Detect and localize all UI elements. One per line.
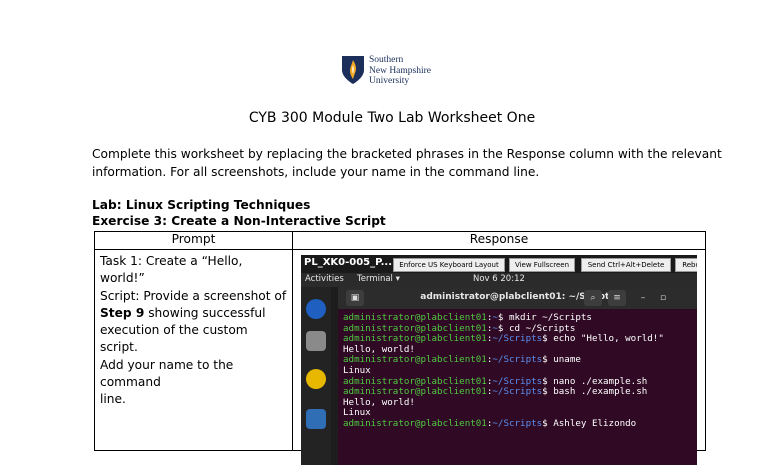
terminal-output-line: Hello, world! (343, 396, 415, 408)
prompt-cell: Task 1: Create a “Hello, world!” Script:… (94, 249, 293, 451)
step-reference: Step 9 (100, 305, 145, 320)
gnome-top-bar: Activities Terminal ▾ Nov 6 20:12 (301, 273, 697, 287)
snhu-shield-icon (342, 56, 364, 84)
terminal-window: ▣ administrator@plabclient01: ~/Scripts … (338, 287, 697, 465)
table-row: Task 1: Create a “Hello, world!” Script:… (94, 249, 706, 465)
page-title: CYB 300 Module Two Lab Worksheet One (248, 110, 536, 126)
prompt-user: administrator@plabclient01 (343, 354, 487, 366)
lab-heading: Lab: Linux Scripting Techniques (92, 198, 311, 212)
prompt-line: Script: Provide a screenshot of (100, 288, 287, 303)
header-prompt: Prompt (94, 231, 293, 250)
worksheet-table: Prompt Response Task 1: Create a “Hello,… (94, 231, 706, 465)
prompt-user: administrator@plabclient01 (343, 417, 487, 429)
clock[interactable]: Nov 6 20:12 (473, 274, 525, 284)
prompt-path: ~/Scripts (492, 375, 543, 387)
send-ctrl-alt-delete-button[interactable]: Send Ctrl+Alt+Delete (581, 258, 671, 272)
terminal-header: ▣ administrator@plabclient01: ~/Scripts … (338, 287, 697, 309)
vm-name: PL_XK0-005_P... (304, 257, 393, 268)
prompt-user: administrator@plabclient01 (343, 333, 487, 345)
prompt-line: Add your name to the command (100, 357, 234, 390)
files-icon[interactable] (306, 331, 326, 351)
prompt-line: line. (100, 392, 126, 407)
rhythmbox-icon[interactable] (306, 369, 326, 389)
thunderbird-icon[interactable] (306, 299, 326, 319)
view-fullscreen-button[interactable]: View Fullscreen (509, 258, 575, 272)
prompt-line: Task 1: Create a “Hello, world!” (100, 254, 243, 286)
prompt-path: ~/Scripts (492, 354, 543, 366)
command: $ cd ~/Scripts (497, 322, 576, 334)
exercise-heading: Exercise 3: Create a Non-Interactive Scr… (92, 214, 386, 228)
terminal-line: administrator@plabclient01:~/Scripts$ As… (343, 417, 637, 429)
dock (301, 287, 331, 465)
command: $ nano ./example.sh (542, 375, 648, 387)
enforce-keyboard-button[interactable]: Enforce US Keyboard Layout (393, 258, 505, 272)
terminal-menu[interactable]: Terminal ▾ (357, 274, 400, 284)
command: $ Ashley Elizondo (542, 417, 637, 429)
vm-toolbar: PL_XK0-005_P... Enforce US Keyboard Layo… (301, 255, 697, 273)
minimize-icon[interactable]: – (634, 290, 652, 306)
prompt-path: ~/Scripts (492, 417, 543, 429)
terminal-output: administrator@plabclient01:~$ mkdir ~/Sc… (343, 312, 664, 430)
prompt-text: Task 1: Create a “Hello, world!” Script:… (95, 250, 292, 412)
table-header-row: Prompt Response (94, 231, 706, 250)
menu-icon[interactable]: ≡ (608, 290, 626, 306)
intro-paragraph: Complete this worksheet by replacing the… (92, 147, 722, 179)
prompt-user: administrator@plabclient01 (343, 312, 487, 323)
prompt-path: ~/Scripts (492, 333, 543, 345)
logo-line-southern: Southern (369, 55, 404, 65)
terminal-screenshot: PL_XK0-005_P... Enforce US Keyboard Layo… (301, 255, 697, 465)
logo-line-new-hampshire: New Hampshire (369, 65, 431, 76)
snhu-logo: Southern New Hampshire University (341, 55, 451, 89)
prompt-user: administrator@plabclient01 (343, 322, 487, 334)
logo-text: Southern New Hampshire University (369, 55, 431, 87)
writer-icon[interactable] (306, 409, 326, 429)
response-cell: PL_XK0-005_P... Enforce US Keyboard Layo… (292, 249, 706, 465)
maximize-icon[interactable]: ▫ (654, 290, 672, 306)
logo-line-university: University (369, 76, 410, 86)
command: $ bash ./example.sh (542, 386, 648, 398)
activities-button[interactable]: Activities (305, 274, 344, 284)
prompt-user: administrator@plabclient01 (343, 386, 487, 398)
prompt-line: execution of the custom script. (100, 323, 248, 355)
reboot-button[interactable]: Rebo (675, 258, 697, 272)
prompt-line: Step 9 showing successful (100, 305, 287, 322)
command: $ echo "Hello, world!" (542, 333, 664, 345)
command: $ mkdir ~/Scripts (497, 312, 592, 323)
prompt-user: administrator@plabclient01 (343, 375, 487, 387)
terminal-line: administrator@plabclient01:~/Scripts$ un… (343, 354, 581, 366)
command: $ uname (542, 354, 581, 366)
prompt-line-rest: showing successful (144, 305, 266, 320)
prompt-path: ~/Scripts (492, 386, 543, 398)
search-icon[interactable]: ⌕ (584, 290, 602, 306)
header-response: Response (292, 231, 706, 250)
